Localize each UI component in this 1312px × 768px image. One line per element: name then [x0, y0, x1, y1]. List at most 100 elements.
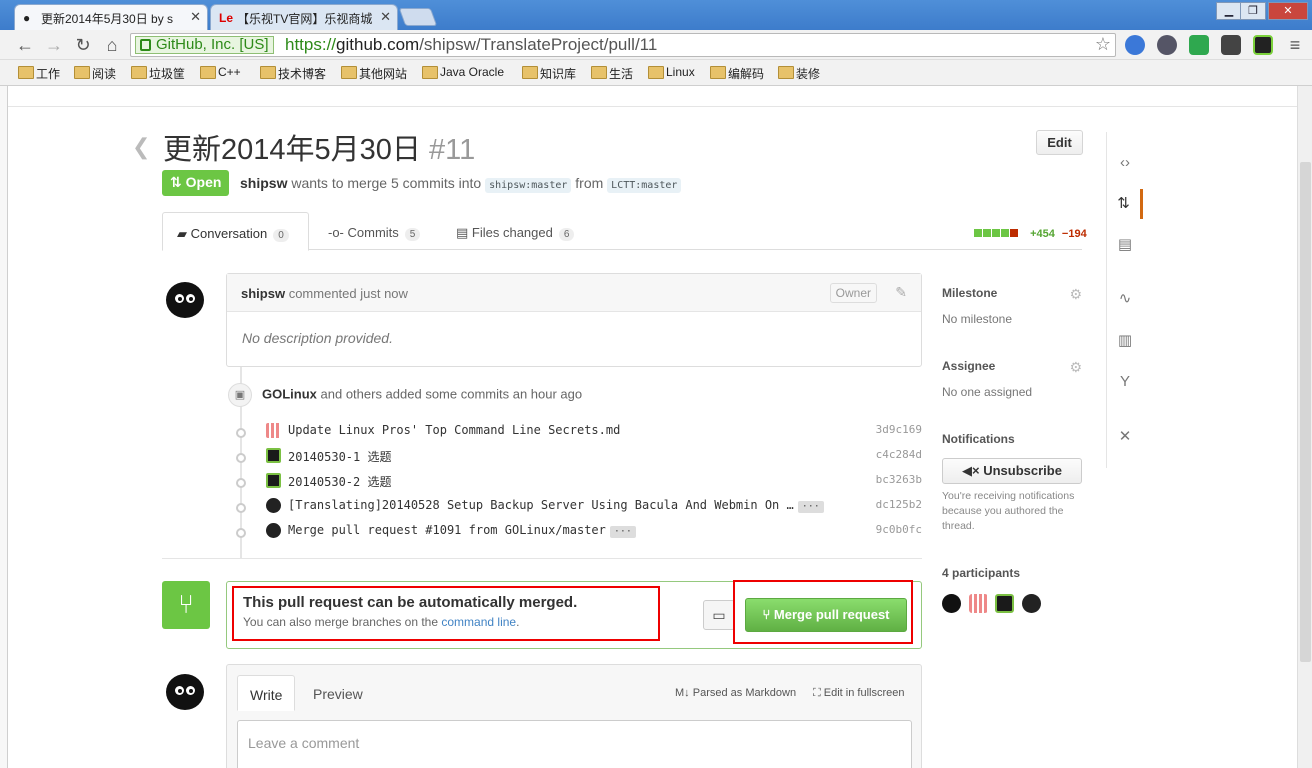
bookmark-folder[interactable]: 其他网站	[341, 65, 407, 82]
bookmark-folder[interactable]: 装修	[778, 65, 820, 82]
close-tab-icon[interactable]: ✕	[380, 9, 391, 25]
participants-section: 4 participants	[942, 566, 1082, 580]
avatar[interactable]	[266, 423, 281, 438]
bookmark-folder[interactable]: 生活	[591, 65, 633, 82]
commit-message-link[interactable]: 20140530-2 选题	[288, 473, 391, 490]
avatar[interactable]	[162, 666, 208, 712]
desktop-clone-button[interactable]: ▭	[703, 600, 735, 630]
gear-icon[interactable]: ⚙	[1069, 359, 1082, 376]
tab-title: 更新2014年5月30日 by s	[41, 12, 174, 26]
pr-title: 更新2014年5月30日 #11	[163, 126, 475, 168]
tab-counter: 0	[273, 229, 289, 242]
commit-message-link[interactable]: Merge pull request #1091 from GOLinux/ma…	[288, 523, 636, 538]
bookmark-folder[interactable]: Linux	[648, 65, 695, 79]
close-window-icon[interactable]: ✕	[1268, 2, 1308, 20]
commit-sha-link[interactable]: dc125b2	[876, 498, 922, 511]
extension-chat-icon[interactable]	[1157, 35, 1177, 55]
avatar[interactable]	[266, 473, 281, 488]
bookmark-folder[interactable]: 知识库	[522, 65, 576, 82]
avatar[interactable]	[266, 448, 281, 463]
new-tab-button[interactable]	[398, 8, 438, 26]
commit-message-link[interactable]: [Translating]20140528 Setup Backup Serve…	[288, 498, 824, 513]
list-item: 20140530-1 选题 c4c284d	[236, 447, 926, 467]
graph-icon[interactable]: ▥	[1107, 326, 1143, 356]
commit-sha-link[interactable]: bc3263b	[876, 473, 922, 486]
comment-author-link[interactable]: shipsw	[241, 286, 285, 301]
pulse-icon[interactable]: ∿	[1107, 284, 1143, 314]
head-branch: LCTT:master	[607, 178, 682, 193]
bookmark-folder[interactable]: C++	[200, 65, 241, 79]
close-tab-icon[interactable]: ✕	[190, 9, 201, 25]
back-icon[interactable]: ←	[14, 34, 36, 56]
pull-request-icon[interactable]: ⇅	[1107, 189, 1143, 219]
markdown-help-link[interactable]: M↓ Parsed as Markdown	[675, 687, 796, 699]
settings-tools-icon[interactable]: ✕	[1107, 422, 1143, 452]
fullscreen-link[interactable]: ⛶ Edit in fullscreen	[813, 687, 904, 700]
restore-icon[interactable]: ❐	[1240, 2, 1266, 20]
bookmark-folder[interactable]: 阅读	[74, 65, 116, 82]
minimize-icon[interactable]: ▁	[1216, 2, 1242, 20]
commit-sha-link[interactable]: c4c284d	[876, 448, 922, 461]
extension-green-icon[interactable]	[1189, 35, 1209, 55]
bookmark-folder[interactable]: 工作	[18, 65, 60, 82]
browser-tab-letv[interactable]: Le 【乐视TV官网】乐视商城 ✕	[210, 4, 398, 30]
comment-textarea[interactable]: Leave a comment	[237, 720, 912, 768]
tab-preview[interactable]: Preview	[301, 675, 375, 711]
url-text[interactable]: https://github.com/shipsw/TranslateProje…	[285, 35, 657, 55]
commit-sha-link[interactable]: 3d9c169	[876, 423, 922, 436]
pencil-icon[interactable]: ✎	[895, 284, 907, 301]
tab-write[interactable]: Write	[237, 675, 296, 711]
code-icon[interactable]: ‹›	[1107, 148, 1143, 178]
extension-globe-icon[interactable]	[1125, 35, 1145, 55]
commits-author-link[interactable]: GOLinux	[262, 386, 317, 401]
bookmark-star-icon[interactable]: ☆	[1095, 34, 1111, 55]
bookmark-folder[interactable]: Java Oracle	[422, 65, 504, 79]
commit-message-link[interactable]: 20140530-1 选题	[288, 448, 391, 465]
chevron-left-icon[interactable]: ❮	[132, 134, 150, 160]
ev-cert-badge[interactable]: GitHub, Inc. [US]	[135, 36, 274, 54]
page-scrollbar[interactable]	[1297, 86, 1312, 768]
extension-s-icon[interactable]	[1253, 35, 1273, 55]
scrollbar-thumb[interactable]	[1300, 162, 1311, 662]
avatar[interactable]	[995, 594, 1015, 613]
expand-ellipsis-button[interactable]: ···	[797, 501, 824, 513]
avatar[interactable]	[942, 594, 961, 613]
menu-icon[interactable]: ≡	[1284, 34, 1306, 56]
gear-icon[interactable]: ⚙	[1069, 286, 1082, 303]
reload-icon[interactable]: ↻	[72, 34, 94, 56]
avatar[interactable]	[266, 498, 281, 513]
home-icon[interactable]: ⌂	[101, 34, 123, 56]
state-label: Open	[185, 174, 222, 190]
avatar[interactable]	[266, 523, 281, 538]
tab-commits[interactable]: -o- Commits 5	[314, 212, 432, 251]
comment-timestamp[interactable]: commented just now	[289, 286, 408, 301]
base-branch: shipsw:master	[485, 178, 572, 193]
expand-ellipsis-button[interactable]: ···	[609, 526, 636, 538]
tab-files-changed[interactable]: ▤ Files changed 6	[442, 212, 586, 251]
edit-button[interactable]: Edit	[1036, 130, 1083, 155]
avatar[interactable]	[968, 594, 988, 613]
avatar[interactable]	[162, 274, 208, 320]
unsubscribe-button[interactable]: ◀× Unsubscribe	[942, 458, 1082, 484]
address-bar[interactable]: GitHub, Inc. [US] https://github.com/shi…	[130, 33, 1116, 57]
list-item: Merge pull request #1091 from GOLinux/ma…	[236, 522, 926, 542]
commit-message-link[interactable]: Update Linux Pros' Top Command Line Secr…	[288, 423, 620, 437]
bookmark-folder[interactable]: 垃圾筐	[131, 65, 185, 82]
bookmark-folder[interactable]: 技术博客	[260, 65, 326, 82]
extension-pocket-icon[interactable]	[1221, 35, 1241, 55]
lock-icon	[140, 39, 151, 51]
forward-icon[interactable]: →	[43, 34, 65, 56]
avatar[interactable]	[1021, 594, 1041, 613]
tab-conversation[interactable]: ▰ Conversation 0	[162, 212, 309, 251]
browser-tab-active[interactable]: ● 更新2014年5月30日 by s ✕	[14, 4, 208, 30]
bookmark-folder[interactable]: 编解码	[710, 65, 764, 82]
commit-dot-icon	[236, 503, 246, 513]
assignee-section: Assignee ⚙ No one assigned	[942, 359, 1082, 399]
pr-author-link[interactable]: shipsw	[240, 175, 287, 191]
commit-sha-link[interactable]: 9c0b0fc	[876, 523, 922, 536]
highlight-box-merge-button	[733, 580, 913, 644]
markdown-icon: M↓	[675, 687, 693, 699]
wiki-icon[interactable]: ▤	[1107, 230, 1143, 260]
pr-description-comment: shipsw commented just now Owner ✎ No des…	[226, 273, 922, 367]
network-icon[interactable]: Y	[1107, 367, 1143, 397]
